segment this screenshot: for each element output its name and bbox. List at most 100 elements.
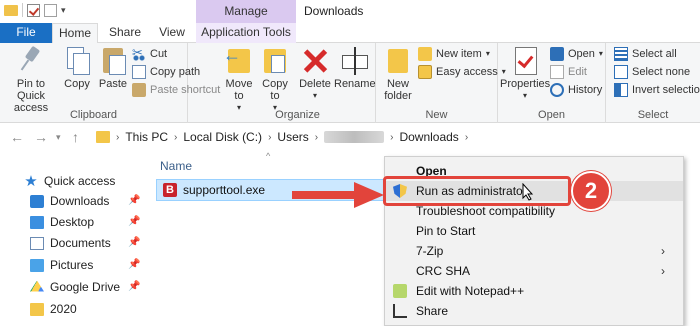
ribbon: Pin to Quick access Copy Paste Cut Copy …	[0, 43, 700, 123]
invert-selection-button[interactable]: Invert selection	[614, 81, 700, 99]
paste-icon	[100, 45, 126, 75]
new-folder-icon	[384, 45, 412, 75]
breadcrumb-separator-icon[interactable]: ›	[390, 132, 393, 143]
tab-file[interactable]: File	[0, 23, 52, 43]
properties-button[interactable]: Properties ▾	[500, 45, 550, 102]
delete-chevron-down-icon: ▾	[312, 91, 317, 100]
nav-item-desktop[interactable]: Desktop 📌	[0, 212, 150, 232]
breadcrumb-separator-icon[interactable]: ›	[315, 132, 318, 143]
new-folder-button[interactable]: New folder	[380, 45, 416, 102]
menu-item-pin-to-start[interactable]: Pin to Start	[385, 221, 683, 241]
properties-icon	[511, 45, 539, 75]
breadcrumb[interactable]: › This PC › Local Disk (C:) › Users › › …	[96, 128, 468, 146]
nav-item-label: Documents	[50, 236, 111, 250]
menu-item-7zip[interactable]: 7-Zip ›	[385, 241, 683, 261]
cut-label: Cut	[150, 48, 168, 60]
copy-icon	[64, 45, 90, 75]
pin-icon[interactable]: 📌	[128, 216, 140, 227]
qat-dropdown-icon[interactable]: ▾	[61, 5, 66, 16]
pin-icon[interactable]: 📌	[128, 195, 140, 206]
breadcrumb-separator-icon[interactable]: ›	[174, 132, 177, 143]
pin-to-quick-access-button[interactable]: Pin to Quick access	[2, 45, 60, 114]
properties-chevron-down-icon: ▾	[522, 91, 527, 100]
exe-app-icon: B	[163, 183, 177, 197]
breadcrumb-this-pc[interactable]: This PC	[125, 130, 168, 144]
breadcrumb-local-disk[interactable]: Local Disk (C:)	[183, 130, 262, 144]
recent-locations-chevron-icon[interactable]: ▾	[56, 132, 61, 143]
annotation-arrow-icon	[292, 182, 384, 208]
history-label: History	[568, 84, 603, 96]
nav-item-downloads[interactable]: Downloads 📌	[0, 191, 150, 211]
downloads-icon	[30, 194, 44, 208]
breadcrumb-redacted-username[interactable]	[324, 131, 385, 143]
paste-label: Paste	[98, 78, 128, 90]
menu-item-label: CRC SHA	[416, 264, 471, 278]
breadcrumb-downloads[interactable]: Downloads	[399, 130, 458, 144]
properties-check-icon[interactable]	[27, 3, 40, 17]
copy-to-icon	[261, 45, 289, 75]
menu-item-edit-with-notepadpp[interactable]: Edit with Notepad++	[385, 281, 683, 301]
nav-item-documents[interactable]: Documents 📌	[0, 233, 150, 253]
copy-path-button[interactable]: Copy path	[132, 63, 200, 81]
copy-button[interactable]: Copy	[60, 45, 94, 90]
tab-view[interactable]: View	[152, 23, 192, 43]
nav-item-label: Desktop	[50, 215, 95, 229]
easy-access-button[interactable]: Easy access ▾	[418, 63, 506, 81]
cut-button[interactable]: Cut	[132, 44, 168, 63]
forward-arrow-icon[interactable]: →	[34, 129, 48, 145]
pin-icon	[18, 45, 44, 75]
menu-item-share[interactable]: Share	[385, 301, 683, 321]
paste-shortcut-icon	[132, 83, 146, 97]
select-all-button[interactable]: Select all	[614, 45, 677, 63]
open-button[interactable]: Open ▾	[550, 45, 603, 63]
breadcrumb-separator-icon[interactable]: ›	[465, 132, 468, 143]
organize-group: Move to ▾ Copy to ▾ Delete ▾ Rename Orga…	[220, 43, 376, 123]
column-header-name[interactable]: Name	[160, 159, 192, 173]
tab-home[interactable]: Home	[52, 23, 98, 44]
pin-icon[interactable]: 📌	[128, 259, 140, 270]
delete-x-icon	[301, 45, 329, 75]
menu-item-crc-sha[interactable]: CRC SHA ›	[385, 261, 683, 281]
new-group-label: New	[425, 109, 448, 121]
nav-item-2020[interactable]: 2020	[0, 299, 150, 319]
new-folder-mini-icon[interactable]	[44, 3, 57, 17]
up-arrow-icon[interactable]: ↑	[72, 129, 79, 145]
new-item-button[interactable]: New item ▾	[418, 45, 490, 63]
organize-group-label: Organize	[275, 109, 320, 121]
nav-item-quick-access[interactable]: ★ Quick access	[0, 171, 150, 191]
file-name: supporttool.exe	[183, 183, 266, 197]
tab-application-tools[interactable]: Application Tools	[196, 23, 296, 43]
paste-shortcut-button[interactable]: Paste shortcut	[132, 81, 220, 99]
breadcrumb-separator-icon[interactable]: ›	[268, 132, 271, 143]
back-arrow-icon[interactable]: ←	[10, 129, 24, 145]
history-icon	[550, 83, 564, 97]
nav-item-pictures[interactable]: Pictures 📌	[0, 255, 150, 275]
window-title: Downloads	[304, 4, 364, 18]
submenu-chevron-right-icon: ›	[661, 244, 665, 258]
tab-share[interactable]: Share	[104, 23, 146, 43]
breadcrumb-users[interactable]: Users	[277, 130, 308, 144]
nav-item-google-drive[interactable]: Google Drive 📌	[0, 277, 150, 297]
select-group: Select all Select none Invert selection …	[606, 43, 700, 123]
breadcrumb-separator-icon[interactable]: ›	[116, 132, 119, 143]
move-to-button[interactable]: Move to ▾	[222, 45, 256, 114]
copy-to-label: Copy to	[262, 78, 288, 102]
invert-selection-label: Invert selection	[632, 84, 700, 96]
delete-button[interactable]: Delete ▾	[298, 45, 332, 102]
new-item-label: New item	[436, 48, 482, 60]
step-number-badge: 2	[571, 171, 611, 211]
manage-context-tab[interactable]: Manage	[196, 0, 296, 23]
pin-icon[interactable]: 📌	[128, 237, 140, 248]
paste-button[interactable]: Paste	[96, 45, 130, 90]
select-none-button[interactable]: Select none	[614, 63, 690, 81]
history-button[interactable]: History	[550, 81, 602, 99]
menu-item-label: Share	[416, 304, 449, 318]
copy-to-button[interactable]: Copy to ▾	[258, 45, 292, 114]
new-group: New folder New item ▾ Easy access ▾ New	[376, 43, 506, 123]
share-icon	[393, 304, 407, 318]
edit-button[interactable]: Edit	[550, 63, 587, 81]
rename-button[interactable]: Rename	[334, 45, 376, 90]
scissors-icon	[132, 44, 146, 62]
pin-icon[interactable]: 📌	[128, 281, 140, 292]
documents-icon	[30, 236, 44, 250]
